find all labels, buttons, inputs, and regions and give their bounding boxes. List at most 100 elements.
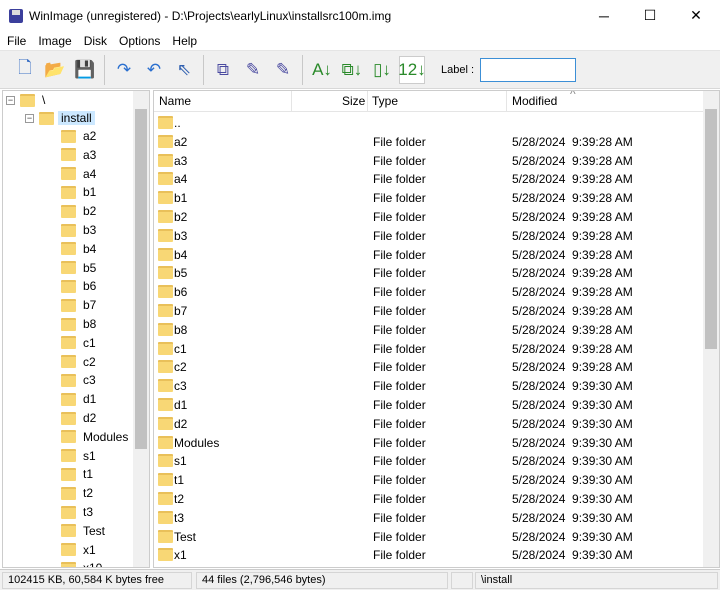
list-row[interactable]: b4 File folder 5/28/2024 9:39:28 AM (154, 245, 704, 264)
tree-item-label: a2 (83, 129, 97, 143)
list-row[interactable]: c3 File folder 5/28/2024 9:39:30 AM (154, 376, 704, 395)
folder-icon (158, 266, 173, 280)
tree-item-c2[interactable]: c2 (61, 353, 99, 371)
inject-button[interactable]: ✎ (240, 56, 266, 84)
column-divider[interactable] (506, 91, 507, 112)
extract-button[interactable]: ⧉ (210, 56, 236, 84)
file-name: c3 (174, 379, 187, 394)
list-row[interactable]: t1 File folder 5/28/2024 9:39:30 AM (154, 470, 704, 489)
folder-tree[interactable]: − \ − install a2 a3 a4 b1 b2 b3 b4 b5 b6 b7 b8 c1 c2 c3 d1… (2, 90, 150, 568)
tree-item-label: t2 (83, 486, 94, 501)
tree-item-modules[interactable]: Modules (61, 428, 131, 446)
column-divider[interactable] (291, 91, 292, 112)
tree-scrollbar-thumb[interactable] (135, 109, 147, 449)
folder-icon (61, 317, 76, 331)
save-button[interactable]: 💾 (72, 56, 98, 84)
write-disk-button[interactable]: ↶ (141, 56, 167, 84)
read-disk-button[interactable]: ↷ (111, 56, 137, 84)
tree-item-c1[interactable]: c1 (61, 334, 99, 352)
tree-scrollbar[interactable] (133, 91, 149, 567)
tree-item-t2[interactable]: t2 (61, 484, 96, 502)
list-row[interactable]: b2 File folder 5/28/2024 9:39:28 AM (154, 207, 704, 226)
tree-item-d1[interactable]: d1 (61, 390, 99, 408)
list-row[interactable]: a2 File folder 5/28/2024 9:39:28 AM (154, 132, 704, 151)
collapse-icon[interactable]: − (6, 95, 15, 105)
list-row[interactable]: b5 File folder 5/28/2024 9:39:28 AM (154, 263, 704, 282)
sort-name-button[interactable]: A↓ (309, 56, 335, 84)
tree-item-x1[interactable]: x1 (61, 541, 99, 559)
tree-item-label: b2 (83, 204, 97, 219)
column-header-type[interactable]: Type (372, 94, 398, 108)
file-list[interactable]: Name Size Type Modified ^ .. a2 File folder 5/2… (153, 90, 720, 568)
list-row[interactable]: a3 File folder 5/28/2024 9:39:28 AM (154, 151, 704, 170)
file-modified: 5/28/2024 9:39:28 AM (512, 360, 633, 375)
list-row[interactable]: Test File folder 5/28/2024 9:39:30 AM (154, 527, 704, 546)
tree-item-d2[interactable]: d2 (61, 409, 99, 427)
list-row[interactable]: b7 File folder 5/28/2024 9:39:28 AM (154, 301, 704, 320)
minimize-button[interactable]: ─ (581, 0, 627, 31)
tree-item-b3[interactable]: b3 (61, 221, 99, 239)
tree-item-root[interactable]: − \ (6, 91, 48, 109)
list-row[interactable]: s1 File folder 5/28/2024 9:39:30 AM (154, 451, 704, 470)
tree-item-c3[interactable]: c3 (61, 371, 99, 389)
list-row[interactable]: t2 File folder 5/28/2024 9:39:30 AM (154, 489, 704, 508)
list-row[interactable]: x1 File folder 5/28/2024 9:39:30 AM (154, 545, 704, 564)
tree-item-a4[interactable]: a4 (61, 165, 99, 183)
list-row[interactable]: a4 File folder 5/28/2024 9:39:28 AM (154, 169, 704, 188)
file-modified: 5/28/2024 9:39:30 AM (512, 398, 633, 412)
list-row[interactable]: b8 File folder 5/28/2024 9:39:28 AM (154, 320, 704, 339)
close-button[interactable]: ✕ (673, 0, 719, 31)
tree-item-test[interactable]: Test (61, 522, 108, 540)
tree-item-b4[interactable]: b4 (61, 240, 99, 258)
menu-disk[interactable]: Disk (77, 34, 112, 48)
column-header-modified[interactable]: Modified (512, 94, 557, 108)
file-name: a2 (174, 134, 188, 149)
toolbar-separator (203, 54, 204, 85)
tree-item-a3[interactable]: a3 (61, 146, 99, 164)
column-header-size[interactable]: Size (342, 94, 365, 108)
tree-item-x10[interactable]: x10 (61, 559, 105, 567)
tree-item-b6[interactable]: b6 (61, 277, 99, 295)
sort-date-button[interactable]: 12↓ (398, 55, 426, 84)
list-row[interactable]: c1 File folder 5/28/2024 9:39:28 AM (154, 339, 704, 358)
tree-item-install[interactable]: − install (25, 109, 95, 127)
list-row[interactable]: Modules File folder 5/28/2024 9:39:30 AM (154, 433, 704, 452)
menu-file[interactable]: File (0, 34, 31, 48)
list-row[interactable]: c2 File folder 5/28/2024 9:39:28 AM (154, 357, 704, 376)
menu-help[interactable]: Help (165, 34, 202, 48)
list-row[interactable]: d1 File folder 5/28/2024 9:39:30 AM (154, 395, 704, 414)
tree-item-t1[interactable]: t1 (61, 465, 96, 483)
column-header-name[interactable]: Name (159, 94, 191, 108)
collapse-icon[interactable]: − (25, 113, 34, 123)
tree-item-b8[interactable]: b8 (61, 315, 99, 333)
new-button[interactable]: 🗋 (12, 56, 38, 84)
column-divider[interactable] (367, 91, 368, 112)
menu-image[interactable]: Image (31, 34, 76, 48)
label-input[interactable] (480, 57, 577, 82)
list-row[interactable]: b6 File folder 5/28/2024 9:39:28 AM (154, 282, 704, 301)
sort-type-button[interactable]: ⧉↓ (339, 56, 365, 84)
tree-item-b5[interactable]: b5 (61, 259, 99, 277)
tree-item-b1[interactable]: b1 (61, 183, 99, 201)
tree-item-a2[interactable]: a2 (61, 127, 99, 145)
list-row[interactable]: .. (154, 113, 704, 132)
list-row[interactable]: b1 File folder 5/28/2024 9:39:28 AM (154, 188, 704, 207)
menu-options[interactable]: Options (112, 34, 165, 48)
file-modified: 5/28/2024 9:39:30 AM (512, 473, 633, 488)
edit-button[interactable]: ✎ (270, 56, 296, 84)
select-button[interactable]: ⇖ (171, 56, 197, 84)
list-scrollbar-thumb[interactable] (705, 109, 717, 349)
list-row[interactable]: t3 File folder 5/28/2024 9:39:30 AM (154, 508, 704, 527)
tree-item-b2[interactable]: b2 (61, 202, 99, 220)
list-row[interactable]: d2 File folder 5/28/2024 9:39:30 AM (154, 414, 704, 433)
tree-item-b7[interactable]: b7 (61, 296, 99, 314)
open-button[interactable]: 📂 (42, 56, 68, 84)
sort-size-button[interactable]: ▯↓ (369, 56, 395, 84)
tree-item-s1[interactable]: s1 (61, 447, 99, 465)
list-row[interactable]: b3 File folder 5/28/2024 9:39:28 AM (154, 226, 704, 245)
maximize-button[interactable]: ☐ (627, 0, 673, 31)
folder-icon (61, 411, 76, 425)
list-scrollbar[interactable] (703, 91, 719, 567)
tree-item-t3[interactable]: t3 (61, 503, 96, 521)
file-name: Modules (174, 435, 220, 450)
